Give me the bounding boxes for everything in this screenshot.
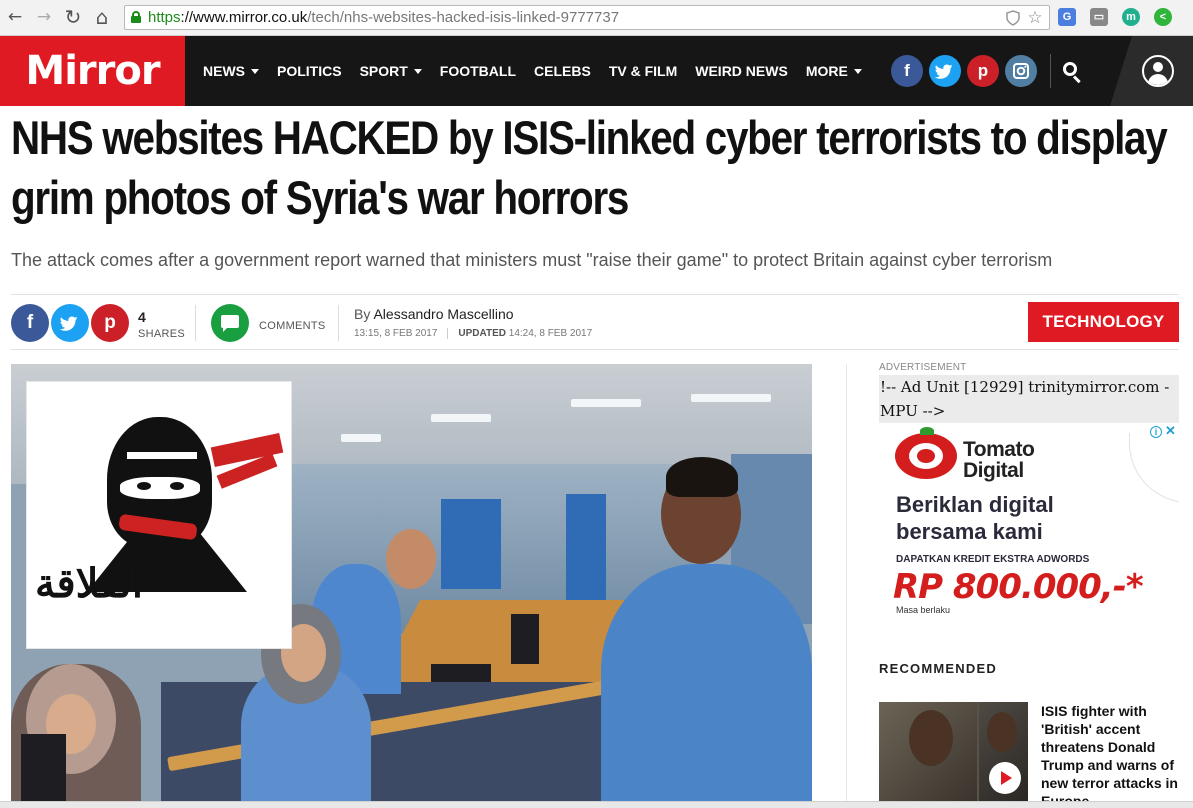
reload-icon[interactable]: ↻ [62,6,84,28]
nav-item-weird-news[interactable]: WEIRD NEWS [695,63,788,79]
share-twitter-button[interactable] [51,304,89,342]
comments-button[interactable] [211,304,249,342]
caret-down-icon [853,68,862,74]
updated-time: 14:24, 8 FEB 2017 [508,328,593,339]
caret-down-icon [251,68,259,74]
divider [11,294,1179,295]
nav-item-label: CELEBS [534,63,591,79]
sidebar-divider [846,364,847,804]
comments-label[interactable]: COMMENTS [259,320,326,332]
nav-item-celebs[interactable]: CELEBS [534,63,591,79]
nav-item-label: POLITICS [277,63,342,79]
main-nav: NEWS POLITICS SPORT FOOTBALL CELEBS TV & FILM… [203,63,880,79]
share-count: 4 [138,309,146,325]
header-divider [1050,54,1051,88]
ad-info-icon[interactable]: i [1150,426,1162,438]
nav-item-label: TV & FILM [608,63,678,79]
ad-price: RP 800.000,-* [893,567,1144,607]
logo-arabic-text: الفلاقة [35,560,143,607]
share-facebook-button[interactable]: f [11,304,49,342]
advertisement-label: ADVERTISEMENT [879,362,967,373]
article-standfirst: The attack comes after a government repo… [11,250,1053,270]
recommended-heading: RECOMMENDED [879,661,997,676]
nav-item-more[interactable]: MORE [806,63,862,79]
section-tag[interactable]: TECHNOLOGY [1028,302,1179,342]
nav-item-politics[interactable]: POLITICS [277,63,342,79]
bookmark-star-icon[interactable]: ☆ [1027,10,1043,27]
facebook-icon[interactable]: f [891,55,923,87]
ad-brand: Tomato Digital [963,438,1035,482]
url-text[interactable]: https://www.mirror.co.uk/tech/nhs-websit… [148,9,619,26]
recommended-item-title[interactable]: ISIS fighter with 'British' accent threa… [1041,702,1181,808]
ad-small-print: Masa berlaku [896,605,951,615]
mirror-logo[interactable]: Mirror [0,36,185,106]
ad-close-icon[interactable]: ✕ [1165,424,1176,438]
ad-creative[interactable]: i ✕ Tomato Digital Beriklan digital bersam… [879,423,1179,615]
ad-headline: Beriklan digital bersama kami [896,492,1054,544]
nav-item-label: MORE [805,63,848,79]
account-icon[interactable] [1142,55,1174,87]
divider [338,305,339,341]
share-pinterest-button[interactable]: p [91,304,129,342]
article-headline: NHS websites HACKED by ISIS-linked cyber… [11,111,1168,224]
divider [11,349,1179,350]
nav-item-tv-film[interactable]: TV & FILM [609,63,677,79]
ad-subline: DAPATKAN KREDIT EKSTRA ADWORDS [896,554,1090,565]
lock-icon [131,11,141,23]
hacker-group-logo: الفلاقة [26,381,292,649]
play-icon[interactable] [989,762,1021,794]
ad-code-text: !-- Ad Unit [12929] trinitymirror.com - … [879,375,1179,423]
extension-m-icon[interactable]: m [1122,8,1140,26]
divider [195,305,196,341]
tomato-logo-icon [895,427,957,479]
translate-icon[interactable]: G [1058,8,1076,26]
nav-item-label: NEWS [203,63,245,79]
byline: By Alessandro Mascellino [354,306,514,322]
nav-item-sport[interactable]: SPORT [360,63,422,79]
browser-toolbar: ← → ↻ ⌂ https://www.mirror.co.uk/tech/nh… [0,0,1193,36]
instagram-icon[interactable] [1005,55,1037,87]
search-icon[interactable] [1063,62,1083,84]
window-bottom-edge [0,801,1193,808]
site-header: Mirror NEWS POLITICS SPORT FOOTBALL CELEBS TV… [0,36,1193,106]
twitter-icon[interactable] [929,55,961,87]
recommended-thumbnail[interactable] [879,702,1028,801]
nav-item-label: SPORT [359,63,408,79]
address-bar[interactable]: https://www.mirror.co.uk/tech/nhs-websit… [124,5,1050,30]
home-icon[interactable]: ⌂ [91,6,113,28]
updated-label: UPDATED [447,328,506,339]
share-extension-icon[interactable]: < [1154,8,1172,26]
ad-unit[interactable]: !-- Ad Unit [12929] trinitymirror.com - … [879,375,1179,615]
timestamps: 13:15, 8 FEB 2017 UPDATED 14:24, 8 FEB 20… [354,328,592,339]
published-time: 13:15, 8 FEB 2017 [354,328,438,339]
caret-down-icon [413,68,422,74]
nav-item-label: WEIRD NEWS [695,63,788,79]
forward-icon[interactable]: → [33,6,55,28]
hero-image: الفلاقة [11,364,812,801]
extension-icon[interactable]: ▭ [1090,8,1108,26]
shares-label: SHARES [138,328,186,340]
back-icon[interactable]: ← [4,6,26,28]
nav-item-news[interactable]: NEWS [203,63,259,79]
shield-icon[interactable] [1005,10,1021,26]
nav-item-label: FOOTBALL [439,63,517,79]
nav-item-football[interactable]: FOOTBALL [440,63,516,79]
author-link[interactable]: Alessandro Mascellino [373,306,513,322]
pinterest-icon[interactable]: p [967,55,999,87]
